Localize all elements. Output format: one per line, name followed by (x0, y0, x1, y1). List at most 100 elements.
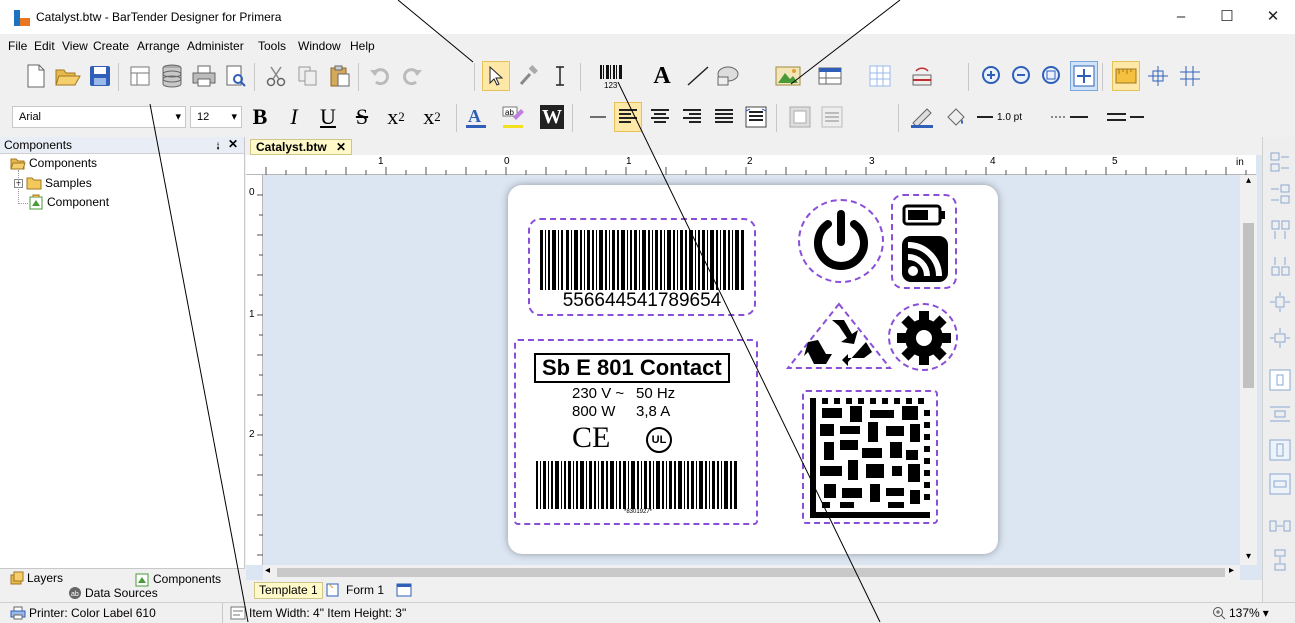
select-pointer-icon[interactable] (482, 61, 510, 91)
tab-form-1[interactable]: Form 1 (346, 583, 384, 597)
paste-icon[interactable] (326, 61, 354, 91)
bold-button[interactable]: B (246, 102, 274, 132)
tree-item-component[interactable]: Component (28, 194, 109, 210)
distribute-vertical-icon[interactable] (1269, 403, 1291, 425)
align-top-icon[interactable] (1269, 219, 1291, 241)
distribute-horizontal-icon[interactable] (1269, 369, 1291, 391)
subscript-button[interactable]: x2 (382, 102, 410, 132)
shape-tool-icon[interactable] (714, 61, 742, 91)
recycle-object[interactable] (786, 302, 892, 370)
align-center-icon[interactable] (646, 102, 674, 132)
font-color-icon[interactable]: A (462, 102, 490, 132)
battery-rss-object[interactable] (891, 194, 957, 289)
menu-window[interactable]: Window (298, 39, 341, 53)
justify-icon[interactable] (710, 102, 738, 132)
undo-icon[interactable] (366, 61, 394, 91)
scroll-up-icon[interactable]: ▴ (1240, 175, 1257, 187)
italic-button[interactable]: I (280, 102, 308, 132)
text-cursor-icon[interactable] (546, 61, 574, 91)
line-width-combo[interactable]: 1.0 pt (976, 102, 1036, 132)
menu-help[interactable]: Help (350, 39, 375, 53)
open-folder-icon[interactable] (54, 61, 82, 91)
page-setup-icon[interactable] (126, 61, 154, 91)
menu-administer[interactable]: Administer (187, 39, 244, 53)
barcode-tool-icon[interactable]: 123 (596, 61, 630, 91)
datamatrix-object[interactable] (802, 390, 938, 524)
align-right-edges-icon[interactable] (1269, 183, 1291, 205)
word-wrap-icon[interactable]: W (540, 105, 564, 129)
printer-status[interactable]: Printer: Color Label 610 (10, 606, 156, 620)
strikethrough-button[interactable]: S (348, 102, 376, 132)
line-tool-icon[interactable] (684, 61, 712, 91)
barcode-object[interactable]: 556644541789654 (528, 218, 756, 316)
new-template-icon[interactable] (326, 583, 340, 597)
print-preview-icon[interactable] (222, 61, 250, 91)
vertical-scrollbar[interactable]: ▴ ▾ (1240, 175, 1257, 565)
scroll-right-icon[interactable]: ▸ (1229, 565, 1234, 576)
menu-view[interactable]: View (62, 39, 88, 53)
format-painter-icon[interactable] (514, 61, 542, 91)
pin-icon[interactable]: ⭭ (216, 138, 220, 157)
scroll-down-icon[interactable]: ▾ (1240, 551, 1257, 563)
line-style-icon[interactable] (1048, 102, 1092, 132)
center-horizontal-icon[interactable] (1269, 291, 1291, 313)
font-name-combo[interactable]: Arial ▾ (12, 106, 186, 128)
menu-arrange[interactable]: Arrange (137, 39, 180, 53)
zoom-in-icon[interactable] (978, 61, 1006, 91)
align-left-icon[interactable] (614, 102, 642, 132)
minimize-button[interactable]: – (1166, 6, 1196, 28)
menu-create[interactable]: Create (93, 39, 129, 53)
text-frame-fill-icon[interactable] (818, 102, 846, 132)
gear-object[interactable] (888, 303, 958, 371)
space-horizontal-icon[interactable] (1269, 515, 1291, 537)
align-bottom-icon[interactable] (1269, 255, 1291, 277)
tab-layers[interactable]: Layers (10, 571, 63, 585)
align-right-icon[interactable] (678, 102, 706, 132)
text-frame-icon[interactable] (786, 102, 814, 132)
fill-color-icon[interactable] (942, 102, 970, 132)
underline-button[interactable]: U (314, 102, 342, 132)
table-tool-icon[interactable] (816, 61, 844, 91)
line-end-icon[interactable] (1104, 102, 1148, 132)
center-in-label-horizontal-icon[interactable] (1269, 439, 1291, 461)
center-in-label-vertical-icon[interactable] (1269, 473, 1291, 495)
scroll-thumb[interactable] (1243, 223, 1254, 388)
space-vertical-icon[interactable] (1269, 549, 1291, 571)
panel-close-icon[interactable]: ✕ (228, 137, 238, 151)
highlight-color-icon[interactable]: ab (500, 102, 528, 132)
tab-components[interactable]: Components (134, 571, 221, 587)
new-form-icon[interactable] (396, 583, 412, 597)
close-button[interactable]: ✕ (1258, 6, 1288, 28)
product-info-object[interactable]: Sb E 801 Contact 230 V ~ 50 Hz 800 W 3,8… (514, 339, 758, 525)
redo-icon[interactable] (398, 61, 426, 91)
scroll-left-icon[interactable]: ◂ (265, 565, 270, 576)
maximize-button[interactable]: ☐ (1212, 6, 1242, 28)
tree-folder-samples[interactable]: + Samples (14, 176, 92, 190)
document-tab-close-icon[interactable]: ✕ (336, 140, 346, 154)
text-tool-icon[interactable]: A (648, 61, 676, 91)
dash-icon[interactable] (584, 102, 612, 132)
grid-toggle-icon[interactable] (1176, 61, 1204, 91)
menu-edit[interactable]: Edit (34, 39, 55, 53)
tree-root-components[interactable]: Components (10, 156, 97, 170)
zoom-status[interactable]: 137% ▾ (1212, 606, 1269, 620)
fit-to-window-icon[interactable] (1070, 61, 1098, 91)
menu-file[interactable]: File (8, 39, 27, 53)
picture-tool-icon[interactable] (774, 61, 802, 91)
zoom-fit-icon[interactable] (1038, 61, 1066, 91)
tab-data-sources[interactable]: ab Data Sources (68, 586, 158, 600)
database-icon[interactable] (158, 61, 186, 91)
align-left-edges-icon[interactable] (1269, 151, 1291, 173)
snap-icon[interactable] (1144, 61, 1172, 91)
hscroll-thumb[interactable] (277, 568, 1225, 577)
horizontal-scrollbar[interactable]: ◂ ▸ (263, 565, 1240, 580)
tab-template-1[interactable]: Template 1 (254, 582, 323, 599)
power-icon-object[interactable] (798, 199, 884, 283)
ruler-toggle-icon[interactable] (1112, 61, 1140, 91)
copy-icon[interactable] (294, 61, 322, 91)
line-color-icon[interactable] (908, 102, 936, 132)
document-tab[interactable]: Catalyst.btw ✕ (250, 139, 353, 155)
zoom-dropdown-icon[interactable]: ▾ (1263, 606, 1269, 620)
center-vertical-icon[interactable] (1269, 327, 1291, 349)
new-document-icon[interactable] (22, 61, 50, 91)
